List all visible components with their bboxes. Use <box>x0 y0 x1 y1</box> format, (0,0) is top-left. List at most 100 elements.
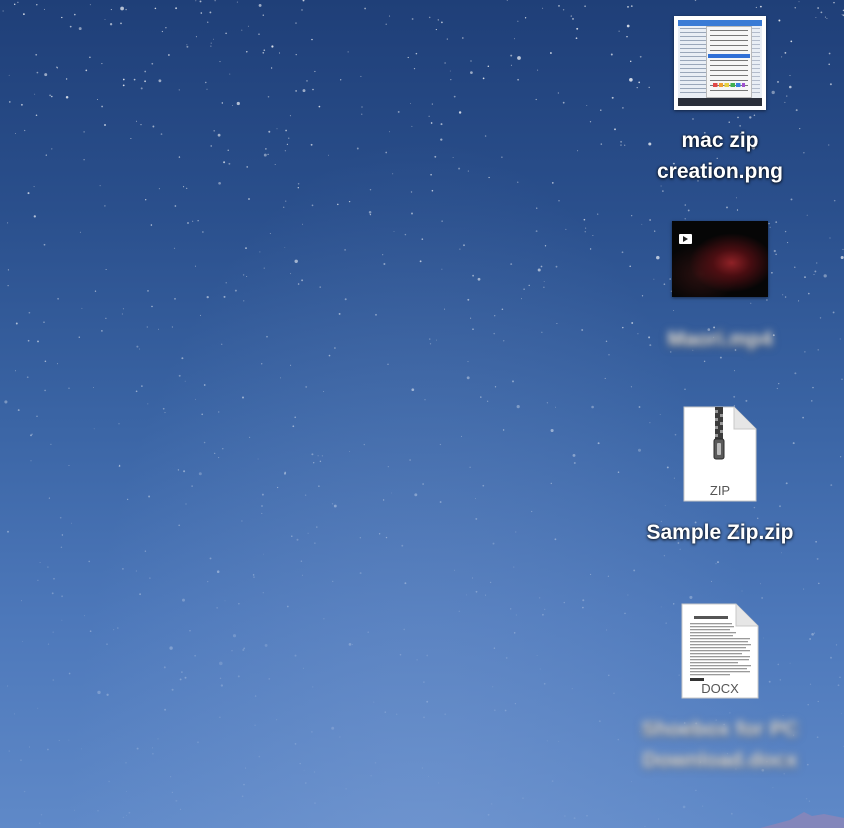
wallpaper-star <box>246 276 248 277</box>
wallpaper-star <box>562 9 565 11</box>
file-label[interactable]: mac zip creation.png <box>620 125 820 187</box>
wallpaper-star <box>195 398 196 400</box>
wallpaper-star <box>276 128 278 130</box>
wallpaper-star <box>543 682 546 685</box>
wallpaper-star <box>294 259 298 264</box>
wallpaper-star <box>781 552 782 554</box>
wallpaper-star <box>592 234 594 236</box>
wallpaper-star <box>583 218 586 221</box>
file-label[interactable]: Shoebox for PC Download.docx <box>620 714 820 776</box>
wallpaper-star <box>175 799 178 802</box>
wallpaper-star <box>104 205 106 207</box>
wallpaper-star <box>171 688 174 691</box>
wallpaper-star <box>276 719 278 721</box>
wallpaper-star <box>30 460 32 462</box>
wallpaper-star <box>121 313 123 315</box>
wallpaper-star <box>331 503 334 505</box>
wallpaper-star <box>219 661 223 666</box>
wallpaper-star <box>101 63 103 65</box>
wallpaper-star <box>535 230 538 233</box>
file-label[interactable]: Sample Zip.zip <box>620 517 820 548</box>
wallpaper-star <box>359 572 362 575</box>
wallpaper-star <box>450 78 452 81</box>
docx-file-icon[interactable]: DOCX <box>680 602 760 700</box>
wallpaper-star <box>267 95 270 98</box>
wallpaper-star <box>265 148 267 150</box>
wallpaper-star <box>419 260 422 263</box>
wallpaper-star <box>682 805 686 809</box>
wallpaper-star <box>556 322 558 325</box>
wallpaper-star <box>331 726 335 730</box>
wallpaper-star <box>431 103 433 105</box>
wallpaper-star <box>52 679 55 681</box>
wallpaper-star <box>290 364 292 366</box>
wallpaper-star <box>517 20 519 22</box>
zip-file-icon[interactable]: ZIP <box>682 405 758 503</box>
wallpaper-star <box>7 222 9 224</box>
wallpaper-star <box>105 269 107 270</box>
wallpaper-star <box>220 343 223 346</box>
desktop-icon-mac-zip-creation-png[interactable]: mac zip creation.png <box>620 16 820 187</box>
wallpaper-star <box>135 390 138 393</box>
wallpaper-star <box>311 453 314 456</box>
file-label-line-1: Shoebox for PC <box>641 718 799 741</box>
wallpaper-star <box>158 188 160 190</box>
wallpaper-star <box>510 64 512 66</box>
wallpaper-star <box>290 273 292 275</box>
wallpaper-star <box>413 67 416 70</box>
wallpaper-star <box>401 544 404 547</box>
video-thumbnail-icon[interactable] <box>672 221 768 297</box>
wallpaper-star <box>431 189 434 192</box>
wallpaper-star <box>460 435 463 437</box>
wallpaper-star <box>454 569 456 571</box>
wallpaper-star <box>364 7 366 10</box>
wallpaper-star <box>45 154 47 156</box>
wallpaper-star <box>130 138 132 139</box>
wallpaper-star <box>824 16 826 18</box>
wallpaper-star <box>504 709 507 712</box>
wallpaper-star <box>221 102 223 104</box>
desktop[interactable]: mac zip creation.png Maori.mp4 ZIP Sampl… <box>0 0 844 828</box>
wallpaper-star <box>817 7 819 9</box>
wallpaper-star <box>202 231 204 233</box>
wallpaper-star <box>179 678 182 681</box>
desktop-icon-shoebox-docx[interactable]: DOCX Shoebox for PC Download.docx <box>620 602 820 776</box>
wallpaper-star <box>759 5 762 8</box>
wallpaper-star <box>823 274 827 278</box>
wallpaper-star <box>21 600 22 602</box>
wallpaper-star <box>305 782 307 784</box>
wallpaper-star <box>152 125 155 128</box>
image-thumbnail-icon[interactable] <box>674 16 766 110</box>
wallpaper-star <box>467 361 469 363</box>
wallpaper-star <box>307 532 309 534</box>
wallpaper-star <box>203 384 206 386</box>
wallpaper-star <box>687 209 690 212</box>
wallpaper-star <box>839 456 842 458</box>
wallpaper-star <box>249 436 251 438</box>
wallpaper-star <box>345 788 347 790</box>
wallpaper-star <box>591 405 594 409</box>
wallpaper-star <box>260 363 263 365</box>
file-label[interactable]: Maori.mp4 <box>620 324 820 355</box>
wallpaper-star <box>833 1 835 4</box>
wallpaper-star <box>411 18 414 20</box>
wallpaper-star <box>321 455 323 457</box>
wallpaper-star <box>99 185 101 187</box>
desktop-icon-maori-mp4[interactable]: Maori.mp4 <box>620 221 820 355</box>
wallpaper-star <box>805 798 808 800</box>
wallpaper-star <box>840 255 844 260</box>
wallpaper-star <box>492 686 494 688</box>
wallpaper-star <box>261 512 263 514</box>
wallpaper-star <box>302 89 306 93</box>
wallpaper-star <box>426 700 429 703</box>
wallpaper-star <box>182 598 185 602</box>
wallpaper-star <box>452 157 454 158</box>
desktop-icon-sample-zip[interactable]: ZIP Sample Zip.zip <box>620 405 820 548</box>
wallpaper-star <box>421 238 424 240</box>
wallpaper-star <box>360 75 362 77</box>
wallpaper-star <box>544 245 547 247</box>
wallpaper-star <box>109 23 113 26</box>
wallpaper-star <box>441 220 443 222</box>
wallpaper-star <box>213 129 216 132</box>
wallpaper-star <box>411 212 413 215</box>
